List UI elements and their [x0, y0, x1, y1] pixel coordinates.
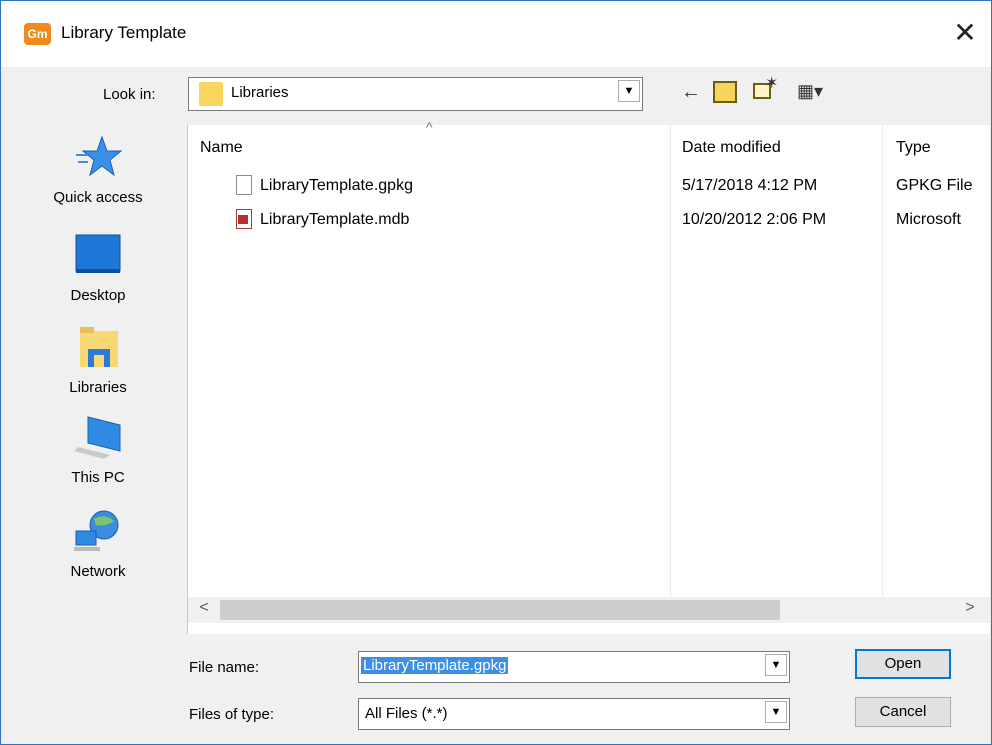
up-folder-icon[interactable] [713, 81, 737, 103]
app-icon: Gm [24, 23, 51, 45]
horizontal-scrollbar[interactable]: < > [188, 597, 990, 623]
place-label: Desktop [70, 287, 126, 304]
close-icon[interactable]: ✕ [945, 13, 985, 53]
network-icon [74, 510, 119, 551]
scroll-left-icon[interactable]: < [194, 599, 214, 617]
file-type: Microsoft [896, 211, 961, 228]
file-type: GPKG File [896, 177, 973, 194]
view-menu-icon[interactable]: ▦▾ [797, 81, 823, 107]
file-name: LibraryTemplate.mdb [260, 211, 410, 228]
access-db-icon [236, 209, 252, 229]
place-libraries[interactable]: Libraries [13, 325, 183, 396]
look-in-value: Libraries [231, 84, 289, 101]
scrollbar-thumb[interactable] [220, 600, 780, 620]
file-name-field[interactable]: LibraryTemplate.gpkg ▼ [358, 651, 790, 683]
sparkle-icon: ✶ [765, 75, 779, 92]
file-row[interactable]: LibraryTemplate.gpkg 5/17/2018 4:12 PM G… [188, 173, 990, 199]
cancel-button[interactable]: Cancel [855, 697, 951, 727]
file-type-label: Files of type: [189, 706, 275, 723]
chevron-down-icon[interactable]: ▼ [765, 701, 787, 723]
place-label: Quick access [53, 189, 143, 206]
place-label: Libraries [69, 379, 127, 396]
title-bar: Gm Library Template ✕ [1, 1, 991, 67]
file-row[interactable]: LibraryTemplate.mdb 10/20/2012 2:06 PM M… [188, 207, 990, 233]
new-folder-icon[interactable]: ✶ [753, 75, 778, 101]
file-date: 5/17/2018 4:12 PM [682, 177, 818, 194]
look-in-label: Look in: [103, 86, 156, 103]
place-desktop[interactable]: Desktop [13, 233, 183, 304]
place-label: Network [70, 563, 126, 580]
open-button[interactable]: Open [855, 649, 951, 679]
place-label: This PC [71, 469, 125, 486]
file-date: 10/20/2012 2:06 PM [682, 211, 827, 228]
file-type-select[interactable]: All Files (*.*) ▼ [358, 698, 790, 730]
file-name-label: File name: [189, 659, 260, 676]
column-header-date[interactable]: Date modified [682, 139, 781, 157]
chevron-down-icon[interactable]: ▼ [765, 654, 787, 676]
desktop-icon [75, 234, 121, 273]
chevron-down-icon[interactable]: ▼ [618, 80, 640, 102]
dialog-window: Gm Library Template ✕ Look in: Libraries… [0, 0, 992, 745]
scroll-right-icon[interactable]: > [960, 599, 980, 617]
column-header-name[interactable]: Name [200, 139, 243, 157]
window-title: Library Template [61, 23, 187, 42]
file-type-value: All Files (*.*) [365, 705, 448, 722]
libraries-icon [80, 327, 118, 367]
sort-indicator-icon: ^ [426, 119, 433, 135]
look-in-combobox[interactable]: Libraries ▼ [188, 77, 643, 111]
file-name-value: LibraryTemplate.gpkg [361, 657, 509, 674]
places-bar: Quick access Desktop Libraries This PC N… [13, 125, 183, 635]
computer-icon [74, 416, 121, 459]
file-list[interactable]: ^ Name Date modified Type LibraryTemplat… [187, 119, 990, 634]
place-quick-access[interactable]: Quick access [13, 135, 183, 206]
back-icon[interactable]: ← [681, 81, 701, 107]
file-name: LibraryTemplate.gpkg [260, 177, 413, 194]
folder-icon [199, 82, 223, 106]
place-network[interactable]: Network [13, 509, 183, 580]
column-header-type[interactable]: Type [896, 139, 931, 157]
place-this-pc[interactable]: This PC [13, 415, 183, 486]
star-icon [76, 135, 123, 177]
file-icon [236, 175, 252, 195]
